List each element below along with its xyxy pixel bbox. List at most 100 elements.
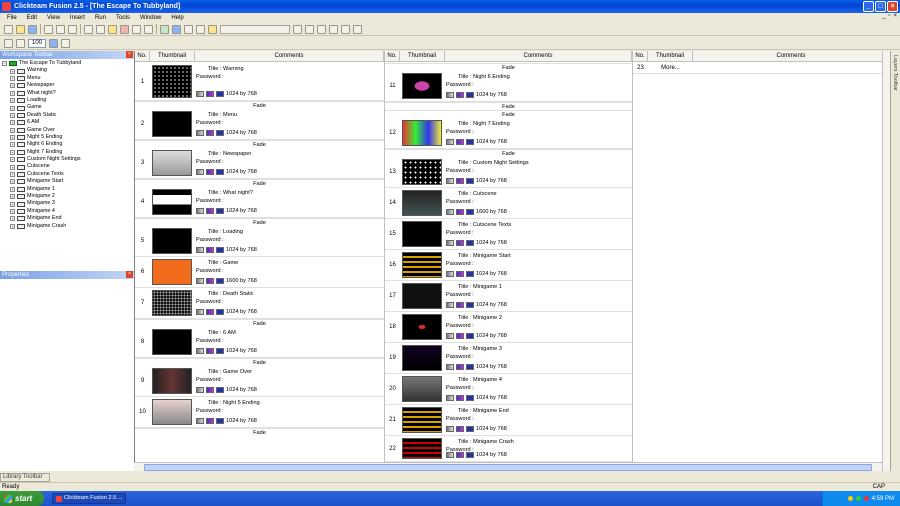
frame-title[interactable]: Title : Night 5 Ending	[208, 400, 260, 406]
frame-size[interactable]: 1024 by 768	[226, 169, 257, 175]
frame-password[interactable]: Password :	[446, 261, 474, 267]
fade-out-icon[interactable]	[456, 395, 464, 401]
start-button[interactable]: start	[0, 491, 44, 506]
menu-insert[interactable]: Insert	[65, 15, 90, 21]
tray-icon[interactable]	[855, 496, 861, 501]
transition-label[interactable]: Fade	[385, 63, 632, 71]
frame-password[interactable]: Password :	[196, 237, 224, 243]
frame-title[interactable]: Title : What night?	[208, 190, 253, 196]
fade-out-icon[interactable]	[456, 209, 464, 215]
frame-row[interactable]: 3 Title : Newspaper Password :1024 by 768	[135, 148, 384, 179]
expand-icon[interactable]: +	[10, 223, 15, 229]
frame-row[interactable]: 9 Title : Game Over Password :1024 by 768	[135, 366, 384, 397]
snap-icon[interactable]	[61, 38, 70, 48]
frame-title[interactable]: Title : Minigame 1	[458, 284, 502, 290]
frame-password[interactable]: Password :	[446, 199, 474, 205]
redo-icon[interactable]	[96, 24, 105, 34]
tree-item-frame[interactable]: +6 AM	[2, 119, 134, 126]
fade-in-icon[interactable]	[446, 395, 454, 401]
tree-item-frame[interactable]: + Cutscene Texts	[2, 171, 134, 178]
frame-thumbnail[interactable]	[402, 73, 442, 99]
frame-title[interactable]: Title : Minigame 3	[458, 346, 502, 352]
frame-row[interactable]: 15 Title : Cutscene Texts Password :1024 b…	[385, 219, 632, 250]
expand-icon[interactable]: +	[10, 68, 15, 74]
fade-in-icon[interactable]	[446, 240, 454, 246]
frame-password[interactable]: Password :	[446, 292, 474, 298]
menu-tools[interactable]: Tools	[111, 15, 135, 21]
fade-out-icon[interactable]	[456, 426, 464, 432]
frame-size[interactable]: 1024 by 768	[226, 309, 257, 315]
menu-help[interactable]: Help	[166, 15, 188, 21]
frame-password[interactable]: Password :	[446, 129, 474, 135]
fade-out-icon[interactable]	[206, 387, 214, 393]
expand-icon[interactable]: +	[10, 112, 15, 118]
tree-item-frame[interactable]: + Newspaper	[2, 82, 134, 89]
fade-out-icon[interactable]	[456, 333, 464, 339]
more-frames-link[interactable]: More...	[648, 63, 693, 73]
frame-thumbnail[interactable]	[152, 111, 192, 137]
expand-icon[interactable]: +	[10, 216, 15, 222]
expand-icon[interactable]: +	[10, 172, 15, 178]
expand-icon[interactable]: +	[10, 194, 15, 200]
web-icon[interactable]	[132, 24, 141, 34]
frame-row[interactable]: 2 Title : Menu Password :1024 by 768	[135, 109, 384, 140]
frame-password[interactable]: Password :	[446, 82, 474, 88]
frame-thumbnail[interactable]	[402, 407, 442, 433]
fade-in-icon[interactable]	[196, 208, 204, 214]
horizontal-scrollbar[interactable]	[134, 462, 882, 471]
transition-label[interactable]: Fade	[135, 319, 384, 327]
fade-in-icon[interactable]	[446, 178, 454, 184]
frame-password[interactable]: Password :	[446, 323, 474, 329]
tree-item-frame[interactable]: + Minigame 3	[2, 200, 134, 207]
fade-out-icon[interactable]	[456, 302, 464, 308]
frame-password[interactable]: Password :	[196, 159, 224, 165]
fade-in-icon[interactable]	[446, 92, 454, 98]
expand-icon[interactable]: +	[10, 149, 15, 155]
frame-title[interactable]: Title : Cutscene Texts	[458, 222, 511, 228]
fade-out-icon[interactable]	[456, 240, 464, 246]
expand-icon[interactable]: +	[10, 83, 15, 89]
frame-title[interactable]: Title : Night 6 Ending	[458, 74, 510, 80]
expand-icon[interactable]: +	[10, 209, 15, 214]
fade-out-icon[interactable]	[206, 278, 214, 284]
tree-item-frame[interactable]: + Cutscene	[2, 163, 134, 170]
frame-password[interactable]: Password :	[196, 268, 224, 274]
fade-out-icon[interactable]	[206, 208, 214, 214]
frame-size[interactable]: 1024 by 768	[226, 387, 257, 393]
mdi-close-button[interactable]: ×	[893, 13, 897, 19]
frame-title[interactable]: Title : Night 7 Ending	[458, 121, 510, 127]
tree-item-frame[interactable]: + Minigame End	[2, 215, 134, 222]
frame-thumbnail[interactable]	[152, 150, 192, 176]
fade-in-icon[interactable]	[196, 278, 204, 284]
tree-item-frame[interactable]: + Game	[2, 104, 134, 111]
frame-size[interactable]: 1024 by 768	[476, 364, 507, 370]
fade-in-icon[interactable]	[196, 387, 204, 393]
fade-out-icon[interactable]	[206, 169, 214, 175]
grid-icon[interactable]	[49, 38, 58, 48]
frame-size[interactable]: 1024 by 768	[476, 271, 507, 277]
frame-password[interactable]: Password :	[196, 408, 224, 414]
zoom-input[interactable]: 100	[28, 38, 46, 48]
clock[interactable]: 4:59 PM	[872, 496, 894, 502]
tree-item-frame[interactable]: + Warning	[2, 67, 134, 74]
collapse-icon[interactable]: −	[2, 61, 7, 67]
transition-label[interactable]: Fade	[135, 101, 384, 109]
fade-out-icon[interactable]	[456, 139, 464, 145]
frame-thumbnail[interactable]	[152, 259, 192, 285]
frame-size[interactable]: 1024 by 768	[476, 178, 507, 184]
frame-title[interactable]: Title : Cutscene	[458, 191, 497, 197]
fade-in-icon[interactable]	[446, 271, 454, 277]
frame-size[interactable]: 1024 by 768	[226, 348, 257, 354]
frame-password[interactable]: Password :	[446, 354, 474, 360]
close-button[interactable]: ×	[887, 1, 898, 12]
frame-title[interactable]: Title : Warning	[208, 66, 244, 72]
frame-title[interactable]: Title : Custom Night Settings	[458, 160, 529, 166]
frame-title[interactable]: Title : Minigame Crash	[458, 439, 514, 445]
frame-title[interactable]: Title : Game	[208, 260, 238, 266]
frame-size[interactable]: 1024 by 768	[226, 130, 257, 136]
next-frame-icon[interactable]	[305, 24, 314, 34]
expand-icon[interactable]: +	[10, 164, 15, 170]
frame-row[interactable]: 14 Title : Cutscene Password :1600 by 768	[385, 188, 632, 219]
frame-row[interactable]: 12 Title : Night 7 Ending Password :1024 b…	[385, 118, 632, 149]
mdi-minimize-button[interactable]: _	[882, 13, 885, 19]
